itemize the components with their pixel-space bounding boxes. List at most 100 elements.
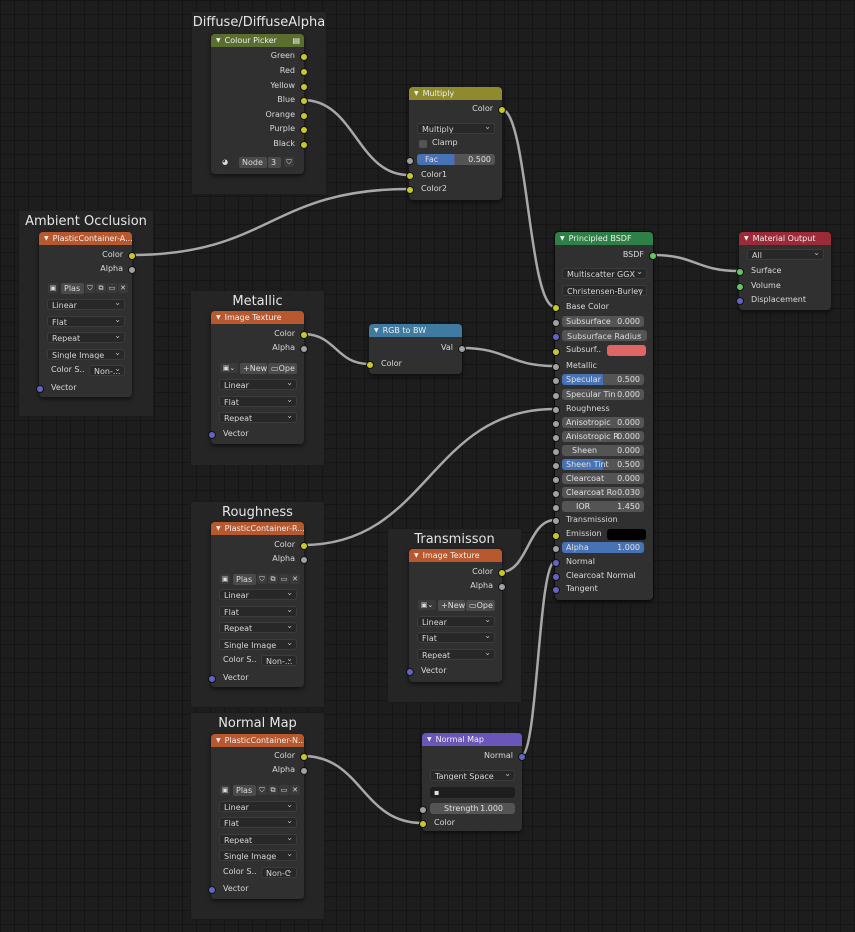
socket-displacement[interactable] xyxy=(736,297,744,305)
collapse-arrow-icon[interactable]: ▼ xyxy=(414,87,419,100)
socket-vector[interactable] xyxy=(208,886,216,894)
image-browse-icon[interactable]: ▣⌄ xyxy=(418,600,436,610)
open-folder-icon[interactable]: ▭ xyxy=(279,574,289,584)
socket-anisotropic[interactable] xyxy=(552,420,560,428)
clearcoat-field[interactable]: Clearcoat 0.000 xyxy=(562,473,644,484)
socket-ior[interactable] xyxy=(552,504,560,512)
socket-volume[interactable] xyxy=(736,283,744,291)
image-browse-icon[interactable]: ▣ xyxy=(220,785,230,795)
socket-black[interactable] xyxy=(300,141,308,149)
image-browse-icon[interactable]: ▣⌄ xyxy=(220,363,238,373)
specular-tint-field[interactable]: Specular Tin 0.000 xyxy=(562,389,644,400)
emission-color-swatch[interactable] xyxy=(607,529,646,540)
sheen-field[interactable]: Sheen 0.000 xyxy=(562,445,644,456)
projection-dropdown[interactable]: Flat xyxy=(47,316,125,327)
extension-dropdown[interactable]: Repeat xyxy=(417,649,495,660)
socket-transmission[interactable] xyxy=(552,517,560,525)
collapse-arrow-icon[interactable]: ▼ xyxy=(216,34,221,47)
normal-map-node[interactable]: ▼Normal Map Normal Tangent Space ▪ Stren… xyxy=(419,733,526,831)
socket-alpha-out[interactable] xyxy=(300,556,308,564)
socket-base-color[interactable] xyxy=(552,304,560,312)
node-header[interactable]: ▼ Multiply xyxy=(409,87,502,100)
colorspace-dropdown[interactable]: Non-C xyxy=(261,867,297,878)
interpolation-dropdown[interactable]: Linear xyxy=(219,379,297,390)
space-dropdown[interactable]: Tangent Space xyxy=(430,770,515,781)
target-dropdown[interactable]: All xyxy=(747,249,824,260)
normal-image-texture-node[interactable]: ▼ PlasticContainer-N... Color Alpha ▣ Pla… xyxy=(208,734,308,899)
socket-normal[interactable] xyxy=(552,559,560,567)
collapse-arrow-icon[interactable]: ▼ xyxy=(414,549,419,562)
socket-subsurface-color[interactable] xyxy=(552,348,560,356)
colour-picker-node[interactable]: ▼ Colour Picker ▤ Green Red Yellow Blue O… xyxy=(211,34,308,174)
open-folder-icon[interactable]: ▭ xyxy=(107,283,117,293)
principled-bsdf-node[interactable]: ▼Principled BSDF BSDF Multiscatter GGX C… xyxy=(552,232,657,600)
fake-user-shield-icon[interactable]: ⛉ xyxy=(284,157,294,167)
socket-green[interactable] xyxy=(300,53,308,61)
socket-anisotropic-rotation[interactable] xyxy=(552,434,560,442)
socket-color-out[interactable] xyxy=(128,252,136,260)
socket-vector[interactable] xyxy=(36,385,44,393)
node-header[interactable]: ▼ Image Texture xyxy=(211,311,304,324)
duplicate-icon[interactable]: ⧉ xyxy=(268,574,278,584)
socket-color2[interactable] xyxy=(406,186,414,194)
node-group-icon[interactable]: ▤ xyxy=(292,34,300,47)
socket-clearcoat[interactable] xyxy=(552,476,560,484)
distribution-dropdown[interactable]: Multiscatter GGX xyxy=(562,268,647,279)
socket-color-out[interactable] xyxy=(300,542,308,550)
socket-color-out[interactable] xyxy=(498,106,506,114)
transmission-image-texture-node[interactable]: ▼ Image Texture Color Alpha ▣⌄ +New ▭Ope … xyxy=(406,549,506,682)
interpolation-dropdown[interactable]: Linear xyxy=(219,801,297,812)
socket-strength[interactable] xyxy=(419,806,427,814)
socket-color-out[interactable] xyxy=(498,569,506,577)
uv-map-field[interactable]: ▪ xyxy=(430,787,515,798)
socket-blue[interactable] xyxy=(300,97,308,105)
material-output-node[interactable]: ▼Material Output All Surface Volume Disp… xyxy=(736,232,831,310)
subsurface-color-swatch[interactable] xyxy=(607,345,646,356)
alpha-slider[interactable]: Alpha 1.000 xyxy=(562,542,644,553)
socket-sheen-tint[interactable] xyxy=(552,462,560,470)
node-header[interactable]: ▼ Image Texture xyxy=(409,549,502,562)
new-image-button[interactable]: +New xyxy=(240,363,267,374)
colorspace-dropdown[interactable]: Non-... xyxy=(89,365,125,376)
socket-bsdf-out[interactable] xyxy=(649,252,657,260)
socket-surface[interactable] xyxy=(736,268,744,276)
specular-slider[interactable]: Specular 0.500 xyxy=(562,374,644,385)
socket-metallic[interactable] xyxy=(552,363,560,371)
fake-user-shield-icon[interactable]: ⛉ xyxy=(257,574,267,584)
socket-emission[interactable] xyxy=(552,532,560,540)
node-header[interactable]: ▼ PlasticContainer-A... xyxy=(39,232,132,245)
socket-clearcoat-normal[interactable] xyxy=(552,573,560,581)
node-header[interactable]: ▼ Principled BSDF xyxy=(555,232,653,245)
collapse-arrow-icon[interactable]: ▼ xyxy=(744,232,749,245)
new-image-button[interactable]: +New xyxy=(438,600,465,611)
anisotropic-field[interactable]: Anisotropic 0.000 xyxy=(562,417,644,428)
node-header[interactable]: ▼ Colour Picker ▤ xyxy=(211,34,304,47)
collapse-arrow-icon[interactable]: ▼ xyxy=(216,311,221,324)
close-icon[interactable]: ✕ xyxy=(290,785,300,795)
collapse-arrow-icon[interactable]: ▼ xyxy=(216,734,221,747)
socket-alpha-out[interactable] xyxy=(128,266,136,274)
projection-dropdown[interactable]: Flat xyxy=(219,396,297,407)
collapse-arrow-icon[interactable]: ▼ xyxy=(427,733,432,746)
socket-alpha[interactable] xyxy=(552,545,560,553)
projection-dropdown[interactable]: Flat xyxy=(219,817,297,828)
node-header[interactable]: ▼ Material Output xyxy=(739,232,831,245)
subsurface-method-dropdown[interactable]: Christensen-Burley xyxy=(562,285,647,296)
socket-normal-out[interactable] xyxy=(518,753,526,761)
socket-alpha-out[interactable] xyxy=(300,767,308,775)
interpolation-dropdown[interactable]: Linear xyxy=(47,299,125,310)
anisotropic-rotation-field[interactable]: Anisotropic R 0.000 xyxy=(562,431,644,442)
image-name-field[interactable]: Plas xyxy=(233,785,256,796)
fac-slider[interactable]: Fac 0.500 xyxy=(417,154,495,165)
collapse-arrow-icon[interactable]: ▼ xyxy=(560,232,565,245)
duplicate-icon[interactable]: ⧉ xyxy=(96,283,106,293)
collapse-arrow-icon[interactable]: ▼ xyxy=(216,522,221,535)
clearcoat-roughness-field[interactable]: Clearcoat Ro 0.030 xyxy=(562,487,644,498)
socket-purple[interactable] xyxy=(300,126,308,134)
sheen-tint-slider[interactable]: Sheen Tint 0.500 xyxy=(562,459,644,470)
socket-subsurface-radius[interactable] xyxy=(552,333,560,341)
ao-image-texture-node[interactable]: ▼ PlasticContainer-A... Color Alpha ▣ Pla… xyxy=(36,232,136,397)
node-tree-icon[interactable]: ◕ xyxy=(220,157,230,167)
node-header[interactable]: ▼ RGB to BW xyxy=(369,324,462,337)
extension-dropdown[interactable]: Repeat xyxy=(219,622,297,633)
